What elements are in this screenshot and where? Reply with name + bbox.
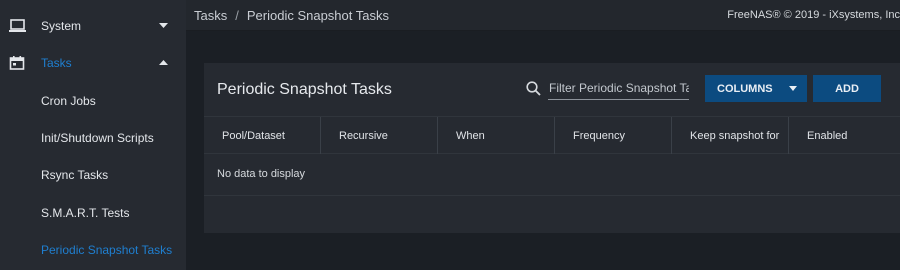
page-title: Periodic Snapshot Tasks — [217, 81, 392, 98]
top-bar: Tasks / Periodic Snapshot Tasks FreeNAS® ©… — [186, 0, 900, 31]
column-header-recursive[interactable]: Recursive — [339, 117, 388, 154]
columns-button-label: COLUMNS — [717, 82, 773, 95]
laptop-icon — [9, 18, 26, 32]
sidebar-item-label: S.M.A.R.T. Tests — [41, 205, 130, 220]
add-button-label: ADD — [835, 82, 859, 95]
sidebar-item-system[interactable]: System — [0, 7, 186, 44]
column-resize-handle[interactable] — [437, 117, 438, 154]
sidebar-item-rsync-tasks[interactable]: Rsync Tasks — [0, 156, 186, 193]
column-resize-handle[interactable] — [788, 117, 789, 154]
column-header-keep-snapshot-for[interactable]: Keep snapshot for — [690, 117, 779, 154]
table-footer-divider — [204, 195, 900, 196]
sidebar-item-label: Cron Jobs — [41, 93, 96, 108]
column-header-frequency[interactable]: Frequency — [573, 117, 625, 154]
search-icon — [526, 81, 541, 96]
breadcrumb-item-current: Periodic Snapshot Tasks — [246, 8, 389, 23]
sidebar-item-label: System — [41, 18, 82, 33]
calendar-icon — [9, 55, 25, 70]
column-header-when[interactable]: When — [456, 117, 485, 154]
sidebar: System Tasks Cron Jobs Init/Shutdown Scr… — [0, 0, 186, 270]
sidebar-item-smart-tests[interactable]: S.M.A.R.T. Tests — [0, 194, 186, 231]
chevron-down-icon — [789, 86, 797, 91]
column-resize-handle[interactable] — [320, 117, 321, 154]
columns-button[interactable]: COLUMNS — [705, 75, 807, 102]
sidebar-item-label: Tasks — [41, 55, 72, 70]
column-header-enabled[interactable]: Enabled — [807, 117, 847, 154]
empty-table-message: No data to display — [217, 168, 306, 180]
sidebar-item-init-shutdown-scripts[interactable]: Init/Shutdown Scripts — [0, 119, 186, 156]
sidebar-item-label: Rsync Tasks — [41, 167, 109, 182]
breadcrumb-separator: / — [235, 8, 239, 23]
breadcrumb: Tasks / Periodic Snapshot Tasks — [194, 8, 389, 23]
sidebar-item-label: Periodic Snapshot Tasks — [41, 242, 173, 257]
column-resize-handle[interactable] — [671, 117, 672, 154]
sidebar-item-cron-jobs[interactable]: Cron Jobs — [0, 82, 186, 119]
table-header: Pool/Dataset Recursive When Frequency Ke… — [204, 116, 900, 154]
add-button[interactable]: ADD — [813, 75, 881, 102]
chevron-down-icon — [159, 22, 168, 28]
chevron-up-icon — [159, 59, 168, 65]
breadcrumb-item-tasks[interactable]: Tasks — [194, 8, 227, 23]
sidebar-item-periodic-snapshot-tasks[interactable]: Periodic Snapshot Tasks — [0, 231, 186, 268]
sidebar-item-label: Init/Shutdown Scripts — [41, 130, 154, 145]
periodic-snapshot-tasks-card: Periodic Snapshot Tasks COLUMNS ADD Pool… — [204, 63, 900, 233]
column-resize-handle[interactable] — [554, 117, 555, 154]
copyright-text: FreeNAS® © 2019 - iXsystems, Inc — [727, 9, 900, 21]
column-header-pool-dataset[interactable]: Pool/Dataset — [222, 117, 285, 154]
sidebar-item-tasks[interactable]: Tasks — [0, 44, 186, 81]
filter-input[interactable] — [548, 78, 689, 100]
